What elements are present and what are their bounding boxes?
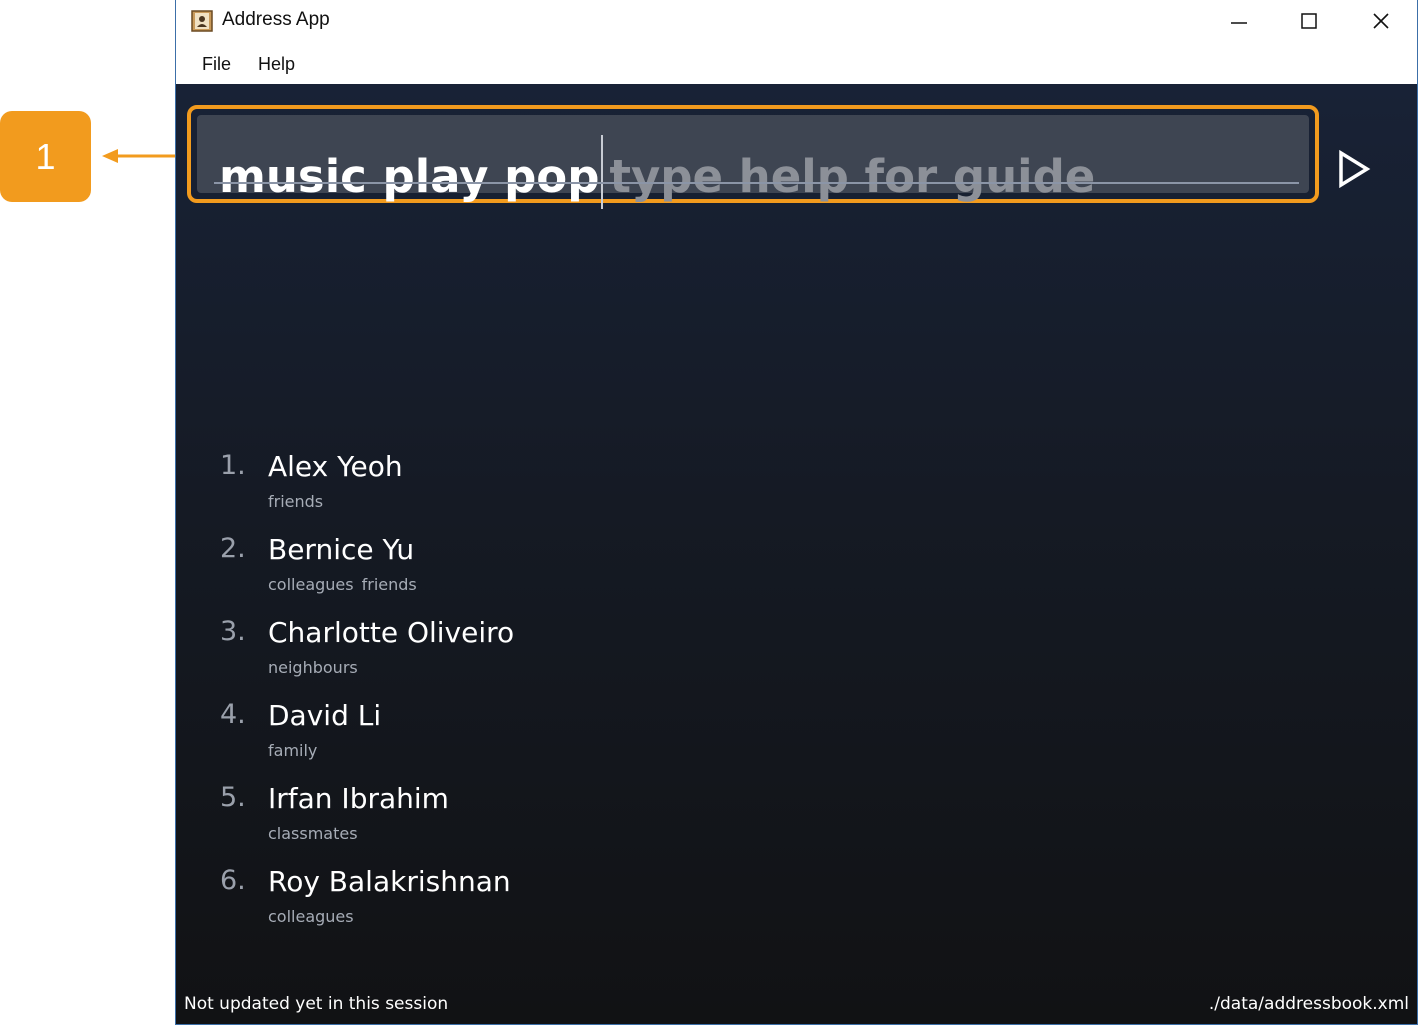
- command-input[interactable]: music play pop type help for guide: [197, 115, 1309, 209]
- person-tag: classmates: [268, 824, 358, 843]
- menu-help[interactable]: Help: [258, 54, 295, 75]
- title-bar: Address App: [176, 0, 1417, 42]
- person-tag: family: [268, 741, 318, 760]
- sync-status: Not updated yet in this session: [184, 994, 449, 1014]
- menu-file[interactable]: File: [202, 54, 231, 75]
- minimize-icon: [1231, 22, 1247, 24]
- person-tags: neighbours: [268, 658, 366, 677]
- person-name: Roy Balakrishnan: [268, 865, 511, 898]
- maximize-button[interactable]: [1274, 0, 1344, 42]
- maximize-icon: [1301, 13, 1317, 29]
- address-book-icon: [191, 10, 213, 32]
- person-tags: colleagues: [268, 907, 362, 926]
- person-name: Irfan Ibrahim: [268, 782, 449, 815]
- person-index: 1.: [220, 450, 246, 481]
- command-underline: [214, 182, 1299, 184]
- person-name: Charlotte Oliveiro: [268, 616, 515, 649]
- person-tags: family: [268, 741, 325, 760]
- close-icon: [1373, 13, 1389, 29]
- command-text: music play pop type help for guide: [219, 135, 1095, 209]
- person-index: 2.: [220, 533, 246, 564]
- callout-badge: 1: [0, 111, 91, 202]
- person-name: Bernice Yu: [268, 533, 415, 566]
- person-index: 4.: [220, 699, 246, 730]
- main-panel: music play pop type help for guide 1. Alex…: [176, 84, 1417, 1024]
- menu-bar: File Help: [176, 42, 1417, 84]
- person-tag: friends: [268, 492, 324, 511]
- person-tag: neighbours: [268, 658, 358, 677]
- person-tag: colleagues: [268, 575, 354, 594]
- command-box-highlight: music play pop type help for guide: [187, 105, 1319, 209]
- minimize-button[interactable]: [1204, 0, 1274, 42]
- file-path-status: ./data/addressbook.xml: [1208, 994, 1409, 1014]
- person-tag: friends: [361, 575, 417, 594]
- person-tag: colleagues: [268, 907, 354, 926]
- person-name: Alex Yeoh: [268, 450, 403, 483]
- command-placeholder: type help for guide: [609, 150, 1096, 203]
- app-window: Address App File Help music play pop typ…: [175, 0, 1418, 1025]
- person-tags: friends: [268, 492, 331, 511]
- person-name: David Li: [268, 699, 382, 732]
- person-index: 6.: [220, 865, 246, 896]
- play-triangle-icon[interactable]: [1333, 149, 1373, 189]
- person-tags: classmates: [268, 824, 366, 843]
- person-index: 5.: [220, 782, 246, 813]
- text-caret: [601, 135, 604, 209]
- person-index: 3.: [220, 616, 246, 647]
- command-value: music play pop: [219, 150, 600, 203]
- window-title: Address App: [222, 9, 330, 30]
- close-button[interactable]: [1346, 0, 1416, 42]
- person-tags: colleagues friends: [268, 575, 425, 594]
